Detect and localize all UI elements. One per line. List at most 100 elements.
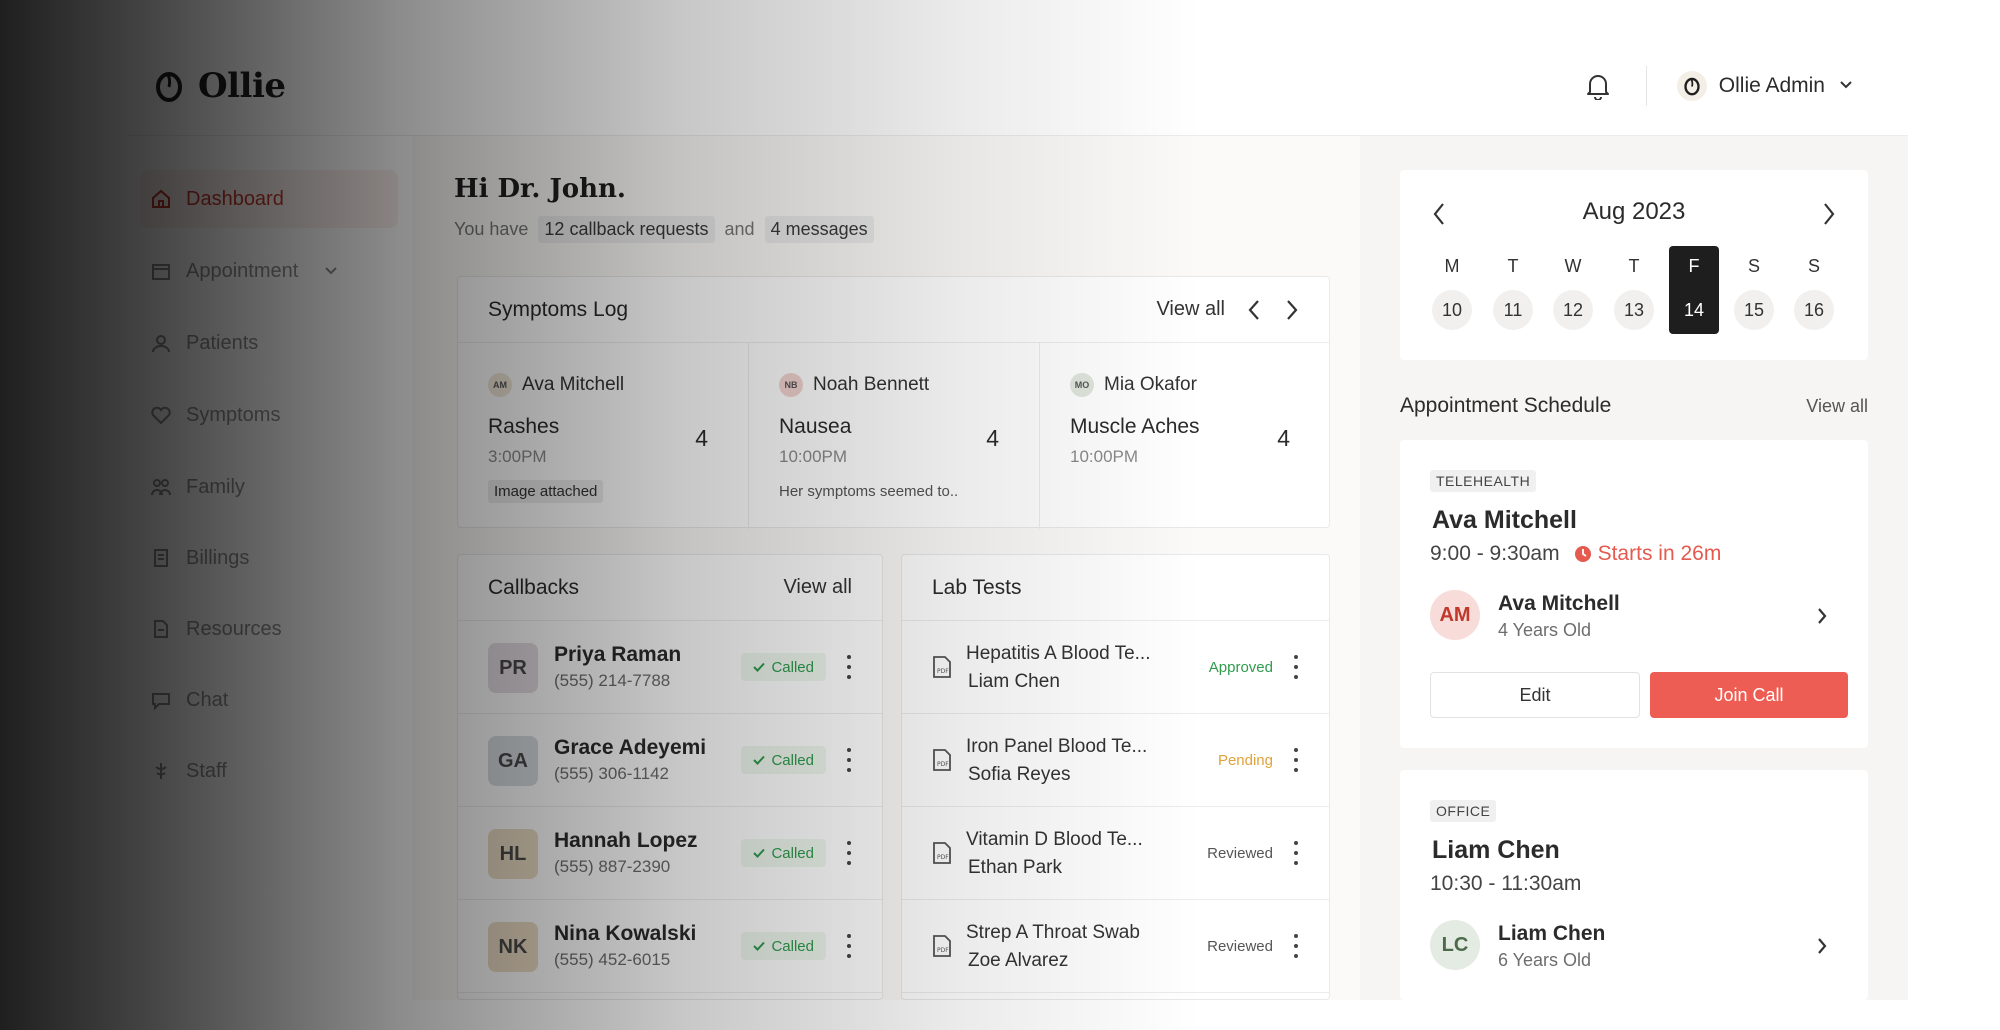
- lab-status-badge: Approved: [1208, 659, 1273, 676]
- callbacks-view-all-link[interactable]: View all: [783, 576, 852, 599]
- callback-row[interactable]: GA Grace Adeyemi (555) 306-1142 Called: [458, 714, 882, 807]
- symptom-patient-name: Ava Mitchell: [522, 374, 625, 395]
- greeting-title: Hi Dr. John.: [454, 174, 626, 204]
- more-icon[interactable]: [846, 748, 852, 772]
- calendar-day[interactable]: T 11: [1488, 246, 1538, 334]
- symptom-entry[interactable]: AM Ava Mitchell Rashes 3:00PM 4 Image at…: [458, 343, 749, 529]
- chevron-down-icon[interactable]: [1839, 77, 1853, 95]
- more-icon[interactable]: [1293, 748, 1299, 772]
- right-panel: Aug 2023 M 10 T 11 W 12 T 13 F 14 S 15 S 16 App…: [1360, 136, 1908, 1000]
- more-icon[interactable]: [846, 841, 852, 865]
- lab-test-row[interactable]: PDF Hepatitis A Blood Te... Liam Chen Ap…: [902, 621, 1329, 714]
- symptom-patient: MO Mia Okafor: [1070, 373, 1197, 397]
- callback-name: Priya Raman: [554, 643, 682, 666]
- calendar-day[interactable]: S 16: [1789, 246, 1839, 334]
- lab-tests-title: Lab Tests: [932, 575, 1022, 599]
- symptom-time: 3:00PM: [488, 447, 547, 466]
- calendar-day-selected[interactable]: F 14: [1669, 246, 1719, 334]
- pdf-file-icon: PDF: [933, 749, 951, 771]
- chevron-right-icon[interactable]: [1822, 202, 1836, 226]
- join-call-button[interactable]: Join Call: [1650, 672, 1848, 718]
- callback-name: Nina Kowalski: [554, 922, 697, 945]
- receipt-icon: [154, 549, 168, 567]
- more-icon[interactable]: [1293, 841, 1299, 865]
- chevron-right-icon[interactable]: [1816, 936, 1828, 956]
- sidebar-item-symptoms[interactable]: Symptoms: [140, 386, 398, 444]
- symptom-time: 10:00PM: [1070, 447, 1139, 466]
- bell-icon[interactable]: [1584, 71, 1612, 101]
- chat-icon: [152, 693, 170, 711]
- calendar-day[interactable]: W 12: [1548, 246, 1598, 334]
- calendar-day[interactable]: S 15: [1729, 246, 1779, 334]
- more-icon[interactable]: [1293, 934, 1299, 958]
- calendar-day[interactable]: M 10: [1427, 246, 1477, 334]
- day-label: S: [1807, 256, 1820, 276]
- admin-name[interactable]: Ollie Admin: [1719, 74, 1825, 98]
- starts-in-indicator: Starts in 26m: [1574, 542, 1721, 566]
- image-attached-tag[interactable]: Image attached: [488, 480, 604, 503]
- sidebar-item-label: Chat: [186, 688, 229, 711]
- schedule-view-all-link[interactable]: View all: [1806, 396, 1868, 417]
- calendar-icon: [152, 264, 170, 280]
- sidebar-item-dashboard[interactable]: Dashboard: [140, 170, 398, 228]
- top-right-actions: Ollie Admin: [1584, 66, 1853, 106]
- messages-pill[interactable]: 4 messages: [764, 216, 874, 243]
- patient-age: 6 Years Old: [1498, 950, 1592, 970]
- symptoms-log-title: Symptoms Log: [488, 297, 629, 321]
- sidebar-item-patients[interactable]: Patients: [140, 314, 398, 372]
- callback-row[interactable]: HL Hannah Lopez (555) 887-2390 Called: [458, 807, 882, 900]
- admin-avatar[interactable]: [1676, 71, 1707, 101]
- pdf-file-icon: PDF: [933, 656, 951, 678]
- sidebar-item-label: Patients: [186, 331, 259, 354]
- sidebar-item-label: Billings: [186, 546, 250, 569]
- sidebar-item-family[interactable]: Family: [140, 458, 398, 516]
- more-icon[interactable]: [1293, 655, 1299, 679]
- sidebar-item-resources[interactable]: Resources: [140, 600, 398, 658]
- symptom-patient: AM Ava Mitchell: [488, 373, 624, 397]
- callback-requests-pill[interactable]: 12 callback requests: [538, 216, 715, 243]
- more-icon[interactable]: [846, 655, 852, 679]
- day-label: T: [1628, 256, 1640, 276]
- symptom-time: 10:00PM: [779, 447, 848, 466]
- more-icon[interactable]: [846, 934, 852, 958]
- callback-row[interactable]: NK Nina Kowalski (555) 452-6015 Called: [458, 900, 882, 993]
- called-badge: Called: [741, 839, 826, 867]
- symptoms-view-all-link[interactable]: View all: [1156, 298, 1225, 321]
- clock-icon: [1574, 546, 1591, 562]
- sidebar-item-label: Symptoms: [186, 403, 281, 426]
- callbacks-header: Callbacks View all: [458, 555, 882, 621]
- day-number: 14: [1683, 299, 1705, 320]
- avatar: LC: [1430, 920, 1480, 970]
- chevron-right-icon[interactable]: [1816, 606, 1828, 626]
- sidebar-item-billings[interactable]: Billings: [140, 529, 398, 587]
- sidebar-item-staff[interactable]: Staff: [140, 742, 398, 800]
- lab-test-row[interactable]: PDF Vitamin D Blood Te... Ethan Park Rev…: [902, 807, 1329, 900]
- symptom-note: Image attached: [488, 480, 604, 503]
- called-badge: Called: [741, 932, 826, 960]
- day-label: W: [1564, 256, 1582, 276]
- sidebar-item-label: Dashboard: [186, 187, 284, 210]
- symptoms-log-card: Symptoms Log View all AM Ava Mitchell Ra…: [457, 276, 1330, 529]
- calendar-day[interactable]: T 13: [1609, 246, 1659, 334]
- appointment-card[interactable]: TELEHEALTH Ava Mitchell 9:00 - 9:30am St…: [1400, 440, 1868, 748]
- sidebar-item-chat[interactable]: Chat: [140, 671, 398, 729]
- appointment-schedule-title: Appointment Schedule: [1400, 394, 1612, 417]
- chevron-left-icon[interactable]: [1247, 299, 1261, 321]
- lab-test-row[interactable]: PDF Strep A Throat Swab Zoe Alvarez Revi…: [902, 900, 1329, 993]
- edit-button[interactable]: Edit: [1430, 672, 1640, 718]
- appointment-card[interactable]: OFFICE Liam Chen 10:30 - 11:30am LC Liam…: [1400, 770, 1868, 1000]
- logo[interactable]: Ollie: [154, 66, 286, 106]
- lab-test-row[interactable]: PDF Iron Panel Blood Te... Sofia Reyes P…: [902, 714, 1329, 807]
- sidebar-item-appointment[interactable]: Appointment: [140, 242, 398, 300]
- called-label: Called: [771, 937, 814, 955]
- callback-name: Grace Adeyemi: [554, 736, 707, 759]
- symptom-entry[interactable]: NB Noah Bennett Nausea 10:00PM 4 Her sym…: [749, 343, 1040, 529]
- symptoms-log-header: Symptoms Log View all: [458, 277, 1329, 343]
- chevron-right-icon[interactable]: [1285, 299, 1299, 321]
- calendar-month: Aug 2023: [1582, 198, 1686, 225]
- lab-tests-header: Lab Tests: [902, 555, 1329, 621]
- divider: [1645, 66, 1647, 106]
- check-icon: [753, 755, 766, 765]
- symptom-entry[interactable]: MO Mia Okafor Muscle Aches 10:00PM 4: [1040, 343, 1330, 529]
- callback-row[interactable]: PR Priya Raman (555) 214-7788 Called: [458, 621, 882, 714]
